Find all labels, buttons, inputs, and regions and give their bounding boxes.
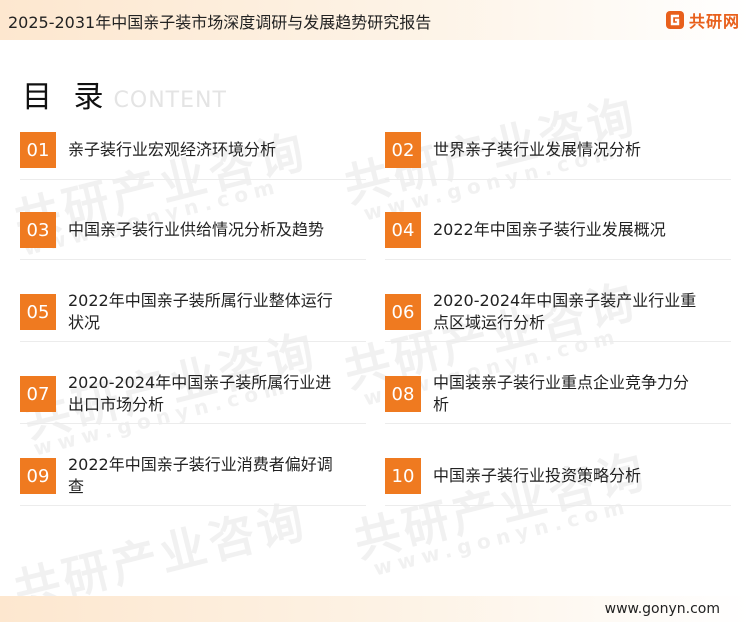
toc-item[interactable]: 02 世界亲子装行业发展情况分析 bbox=[385, 132, 731, 182]
toc-number-badge: 06 bbox=[385, 294, 421, 330]
toc-item-label: 中国亲子装行业供给情况分析及趋势 bbox=[68, 220, 325, 239]
toc-number-badge: 01 bbox=[20, 132, 56, 168]
toc-number-badge: 10 bbox=[385, 458, 421, 494]
toc-number-badge: 07 bbox=[20, 376, 56, 412]
toc-item-label: 2022年中国亲子装行业消费者偏好调查 bbox=[68, 455, 333, 496]
toc-item[interactable]: 01 亲子装行业宏观经济环境分析 bbox=[20, 132, 366, 182]
toc-item-label: 2020-2024年中国亲子装产业行业重点区域运行分析 bbox=[433, 291, 697, 332]
report-title: 2025-2031年中国亲子装市场深度调研与发展趋势研究报告 bbox=[8, 13, 432, 32]
toc-item-label: 世界亲子装行业发展情况分析 bbox=[433, 140, 642, 159]
toc-title: 目 录 bbox=[22, 80, 110, 115]
header-bar: 2025-2031年中国亲子装市场深度调研与发展趋势研究报告 共研网 bbox=[0, 0, 750, 40]
divider bbox=[385, 179, 731, 180]
divider bbox=[385, 423, 731, 424]
toc-heading: 目 录 CONTENT bbox=[22, 72, 227, 116]
brand-logo: 共研网 bbox=[665, 8, 740, 32]
toc-item[interactable]: 10 中国亲子装行业投资策略分析 bbox=[385, 458, 731, 508]
divider bbox=[20, 423, 366, 424]
toc-title-en: CONTENT bbox=[113, 88, 227, 113]
toc-number-badge: 04 bbox=[385, 212, 421, 248]
toc-item-label: 中国亲子装行业投资策略分析 bbox=[433, 466, 642, 485]
toc-number-badge: 09 bbox=[20, 458, 56, 494]
toc-item-label: 亲子装行业宏观经济环境分析 bbox=[68, 140, 277, 159]
toc-item-label: 2022年中国亲子装行业发展概况 bbox=[433, 220, 666, 239]
toc-number-badge: 05 bbox=[20, 294, 56, 330]
brand-name: 共研网 bbox=[688, 12, 740, 31]
divider bbox=[20, 179, 366, 180]
toc-number-badge: 03 bbox=[20, 212, 56, 248]
divider bbox=[385, 505, 731, 506]
toc-item[interactable]: 05 2022年中国亲子装所属行业整体运行状况 bbox=[20, 291, 366, 344]
toc-item-label: 中国装亲子装行业重点企业竞争力分析 bbox=[433, 373, 690, 414]
divider bbox=[385, 341, 731, 342]
toc-item-label: 2022年中国亲子装所属行业整体运行状况 bbox=[68, 291, 333, 332]
toc-number-badge: 02 bbox=[385, 132, 421, 168]
footer-bar: www.gonyn.com bbox=[0, 596, 750, 622]
divider bbox=[20, 505, 366, 506]
footer-url: www.gonyn.com bbox=[604, 601, 720, 617]
divider bbox=[20, 341, 366, 342]
toc-item[interactable]: 08 中国装亲子装行业重点企业竞争力分析 bbox=[385, 373, 731, 426]
toc-item-label: 2020-2024年中国亲子装所属行业进出口市场分析 bbox=[68, 373, 332, 414]
divider bbox=[385, 259, 731, 260]
brand-logo-icon bbox=[665, 11, 684, 29]
toc-item[interactable]: 06 2020-2024年中国亲子装产业行业重点区域运行分析 bbox=[385, 291, 731, 344]
toc-item[interactable]: 09 2022年中国亲子装行业消费者偏好调查 bbox=[20, 455, 366, 508]
divider bbox=[20, 259, 366, 260]
toc-item[interactable]: 07 2020-2024年中国亲子装所属行业进出口市场分析 bbox=[20, 373, 366, 426]
toc-number-badge: 08 bbox=[385, 376, 421, 412]
toc-item[interactable]: 03 中国亲子装行业供给情况分析及趋势 bbox=[20, 212, 366, 262]
toc-item[interactable]: 04 2022年中国亲子装行业发展概况 bbox=[385, 212, 731, 262]
